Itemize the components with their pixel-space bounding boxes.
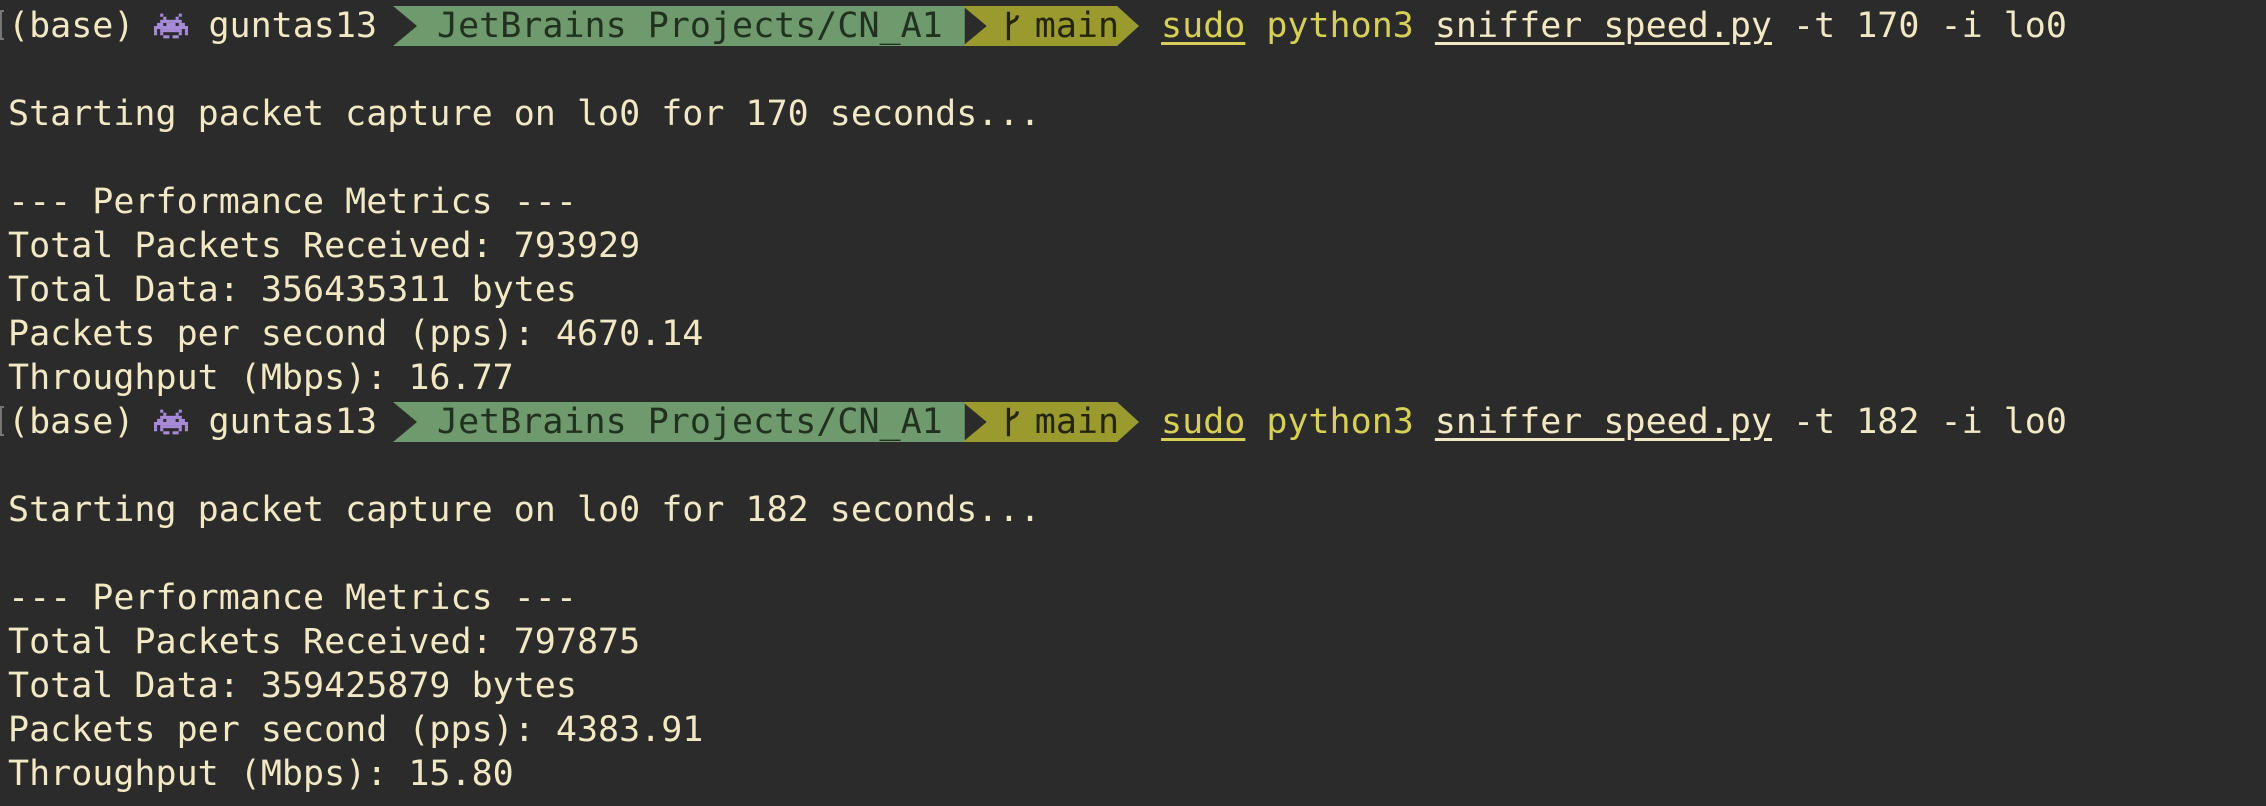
git-branch-icon	[1003, 10, 1021, 42]
alien-icon	[154, 409, 189, 435]
command-sudo: sudo	[1161, 6, 1246, 46]
username: guntas13	[208, 6, 378, 46]
output-start-line: Starting packet capture on lo0 for 170 s…	[8, 94, 1041, 134]
user-segment: guntas13	[134, 400, 393, 444]
terminal-window[interactable]: (base) guntas13 JetBrains Projects/CN_A1	[0, 0, 2266, 806]
path-segment: JetBrains Projects/CN_A1	[393, 402, 965, 442]
username: guntas13	[208, 402, 378, 442]
output-total-data: Total Data: 359425879 bytes	[8, 666, 577, 706]
command-line[interactable]: sudo python3 sniffer_speed.py -t 182 -i lo0	[1161, 400, 2067, 444]
prompt-marker	[0, 10, 4, 40]
current-directory: JetBrains Projects/CN_A1	[393, 6, 965, 46]
command-script-file: sniffer_speed.py	[1434, 402, 1773, 442]
command-python: python3	[1266, 6, 1414, 46]
command-args: -t 170 -i lo0	[1793, 6, 2067, 46]
conda-env-label: (base)	[8, 6, 135, 46]
shell-prompt: (base) guntas13 JetBrains Projects/CN_A1	[8, 4, 2266, 48]
output-throughput: Throughput (Mbps): 15.80	[8, 754, 514, 794]
output-pps: Packets per second (pps): 4383.91	[8, 710, 704, 750]
command-sudo: sudo	[1161, 402, 1246, 442]
conda-env-label: (base)	[8, 402, 135, 442]
current-directory: JetBrains Projects/CN_A1	[393, 402, 965, 442]
output-total-data: Total Data: 356435311 bytes	[8, 270, 577, 310]
shell-prompt: (base) guntas13 JetBrains Projects/CN_A1	[8, 400, 2266, 444]
git-branch-name: main	[1034, 6, 1120, 46]
user-segment: guntas13	[134, 4, 393, 48]
git-branch-segment: main	[963, 402, 1139, 442]
output-metrics-header: --- Performance Metrics ---	[8, 578, 577, 618]
command-line[interactable]: sudo python3 sniffer_speed.py -t 170 -i lo0	[1161, 4, 2067, 48]
alien-icon	[154, 13, 189, 39]
git-branch-segment: main	[963, 6, 1139, 46]
command-script-file: sniffer_speed.py	[1434, 6, 1773, 46]
path-segment: JetBrains Projects/CN_A1	[393, 6, 965, 46]
output-total-packets: Total Packets Received: 797875	[8, 622, 641, 662]
output-total-packets: Total Packets Received: 793929	[8, 226, 641, 266]
command-args: -t 182 -i lo0	[1793, 402, 2067, 442]
output-throughput: Throughput (Mbps): 16.77	[8, 358, 514, 398]
prompt-marker	[0, 406, 4, 436]
git-branch-icon	[1003, 406, 1021, 438]
output-pps: Packets per second (pps): 4670.14	[8, 314, 704, 354]
git-branch-name: main	[1034, 402, 1120, 442]
output-start-line: Starting packet capture on lo0 for 182 s…	[8, 490, 1041, 530]
command-python: python3	[1266, 402, 1414, 442]
output-metrics-header: --- Performance Metrics ---	[8, 182, 577, 222]
